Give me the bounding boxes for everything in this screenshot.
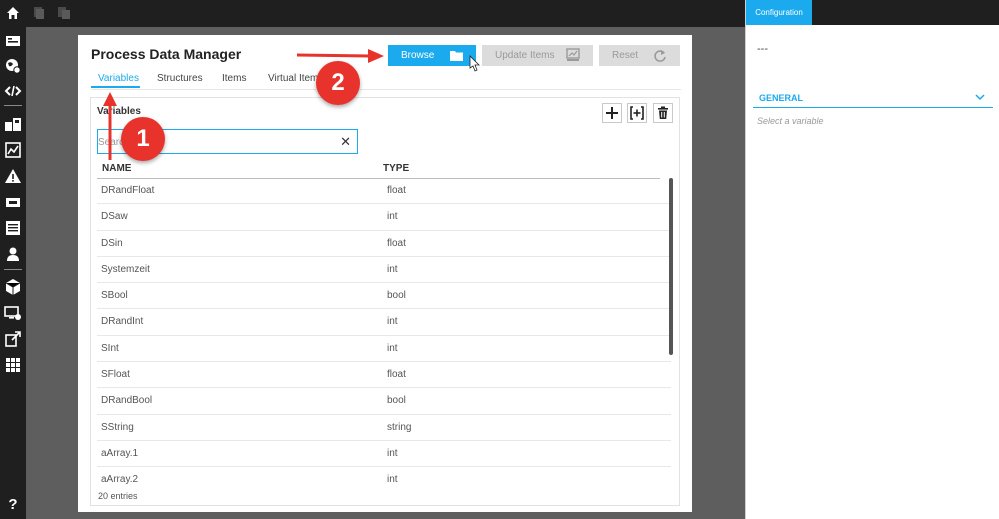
- chevron-down-icon[interactable]: [975, 93, 985, 101]
- configuration-value: ---: [757, 43, 768, 55]
- mouse-cursor-icon: [469, 55, 480, 72]
- general-section-header[interactable]: GENERAL: [759, 93, 803, 103]
- step-badge-2: 2: [316, 61, 360, 105]
- tab-configuration[interactable]: Configuration: [746, 0, 812, 25]
- general-section-underline: [753, 107, 993, 108]
- arrow-1: [103, 92, 117, 160]
- select-variable-hint: Select a variable: [757, 116, 824, 126]
- step-badge-1: 1: [121, 117, 165, 161]
